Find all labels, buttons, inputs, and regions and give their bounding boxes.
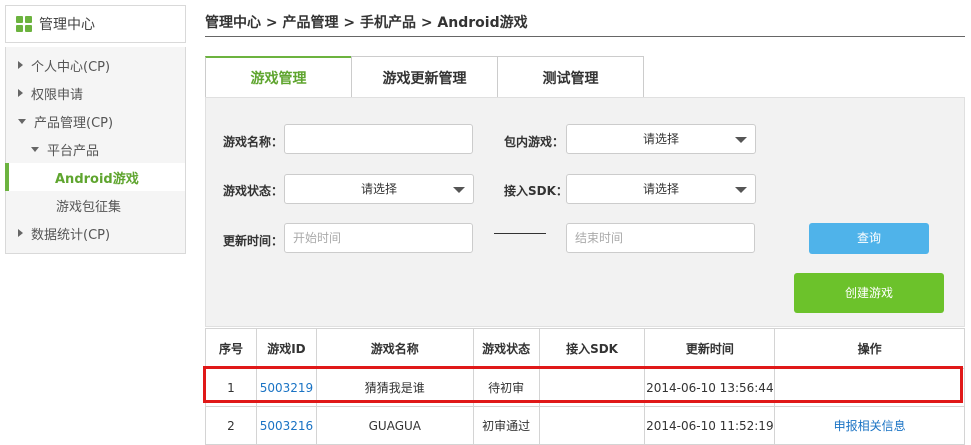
bundled-game-select[interactable]: 请选择 — [566, 124, 756, 154]
sidebar-item-platform-products[interactable]: 平台产品 — [6, 135, 185, 163]
table-row: 1 5003219 猜猜我是谁 待初审 2014-06-10 13:56:44 — [205, 368, 965, 407]
caret-down-icon — [735, 137, 747, 143]
game-name-cell: 猜猜我是谁 — [315, 368, 474, 407]
action-cell: 申报相关信息 — [774, 406, 965, 445]
sdk-cell — [538, 406, 646, 445]
tab-bar: 游戏管理 游戏更新管理 测试管理 — [205, 56, 644, 98]
column-header: 序号 — [205, 328, 257, 369]
sidebar-item-label: 游戏包征集 — [56, 199, 122, 215]
column-header: 游戏名称 — [315, 328, 474, 369]
column-header: 接入SDK — [538, 328, 646, 369]
range-dash — [494, 233, 546, 234]
sidebar-item-label: 权限申请 — [31, 87, 84, 103]
tab-game-update-management[interactable]: 游戏更新管理 — [351, 56, 498, 98]
caret-down-icon — [453, 187, 465, 193]
game-id-link[interactable]: 5003216 — [260, 419, 313, 433]
sidebar-item-label: Android游戏 — [55, 171, 139, 187]
sidebar-item-label: 产品管理(CP) — [34, 115, 114, 131]
sidebar-menu: 个人中心(CP) 权限申请 产品管理(CP) 平台产品 Android游戏 游戏… — [5, 47, 186, 254]
sidebar-item-label: 数据统计(CP) — [31, 227, 111, 243]
end-time-input[interactable]: 结束时间 — [566, 223, 755, 253]
sdk-select-value: 请选择 — [642, 182, 679, 196]
sdk-label: 接入SDK： — [504, 184, 568, 198]
tab-game-management[interactable]: 游戏管理 — [205, 56, 352, 98]
column-header: 操作 — [774, 328, 965, 369]
game-id-link[interactable]: 5003219 — [260, 381, 313, 395]
table-row: 2 5003216 GUAGUA 初审通过 2014-06-10 11:52:1… — [205, 406, 965, 445]
chevron-down-icon — [18, 118, 26, 124]
bundled-game-select-value: 请选择 — [642, 132, 679, 146]
chevron-right-icon — [18, 89, 23, 97]
update-time-label: 更新时间： — [223, 234, 284, 248]
query-button[interactable]: 查询 — [809, 223, 929, 254]
game-name-input[interactable] — [284, 124, 473, 154]
sidebar-item-label: 平台产品 — [47, 143, 100, 159]
sidebar-item-personal-center[interactable]: 个人中心(CP) — [6, 51, 185, 79]
column-header: 游戏ID — [255, 328, 317, 369]
game-status-select[interactable]: 请选择 — [284, 174, 474, 204]
filter-panel: 游戏名称： 包内游戏： 请选择 游戏状态： 请选择 接入SDK： 请选择 更新时… — [205, 97, 965, 327]
breadcrumb-divider — [205, 36, 965, 37]
table-header-row: 序号 游戏ID 游戏名称 游戏状态 接入SDK 更新时间 操作 — [205, 328, 965, 369]
sidebar-title: 管理中心 — [39, 17, 95, 33]
tab-test-management[interactable]: 测试管理 — [497, 56, 644, 98]
declare-info-link[interactable]: 申报相关信息 — [834, 419, 906, 433]
games-table: 序号 游戏ID 游戏名称 游戏状态 接入SDK 更新时间 操作 1 500321… — [205, 328, 965, 445]
grid-icon — [16, 16, 32, 32]
chevron-right-icon — [18, 229, 23, 237]
sidebar-item-game-package-collection[interactable]: 游戏包征集 — [6, 191, 185, 219]
bundled-game-label: 包内游戏： — [504, 135, 565, 149]
sidebar-item-data-statistics[interactable]: 数据统计(CP) — [6, 219, 185, 247]
sdk-select[interactable]: 请选择 — [566, 174, 756, 204]
sidebar-item-product-management[interactable]: 产品管理(CP) — [6, 107, 185, 135]
caret-down-icon — [735, 187, 747, 193]
game-status-label: 游戏状态： — [223, 184, 284, 198]
action-cell — [774, 368, 965, 407]
create-game-button[interactable]: 创建游戏 — [794, 273, 944, 313]
chevron-down-icon — [31, 146, 39, 152]
breadcrumb: 管理中心 > 产品管理 > 手机产品 > Android游戏 — [205, 15, 528, 31]
game-name-cell: GUAGUA — [315, 406, 474, 445]
game-id-cell: 5003219 — [255, 368, 317, 407]
sidebar-header: 管理中心 — [5, 5, 186, 43]
game-status-select-value: 请选择 — [360, 182, 397, 196]
row-index: 1 — [205, 368, 257, 407]
column-header: 更新时间 — [644, 328, 776, 369]
sidebar-item-android-games[interactable]: Android游戏 — [5, 163, 185, 191]
start-time-input[interactable]: 开始时间 — [284, 223, 473, 253]
column-header: 游戏状态 — [472, 328, 540, 369]
sidebar: 管理中心 个人中心(CP) 权限申请 产品管理(CP) 平台产品 Android… — [5, 5, 186, 254]
updated-time-cell: 2014-06-10 11:52:19 — [644, 406, 776, 445]
sidebar-item-permission-request[interactable]: 权限申请 — [6, 79, 185, 107]
row-index: 2 — [205, 406, 257, 445]
game-status-cell: 待初审 — [472, 368, 540, 407]
game-name-label: 游戏名称： — [223, 135, 284, 149]
game-id-cell: 5003216 — [255, 406, 317, 445]
updated-time-cell: 2014-06-10 13:56:44 — [644, 368, 776, 407]
sdk-cell — [538, 368, 646, 407]
game-status-cell: 初审通过 — [472, 406, 540, 445]
chevron-right-icon — [18, 61, 23, 69]
sidebar-item-label: 个人中心(CP) — [31, 59, 111, 75]
